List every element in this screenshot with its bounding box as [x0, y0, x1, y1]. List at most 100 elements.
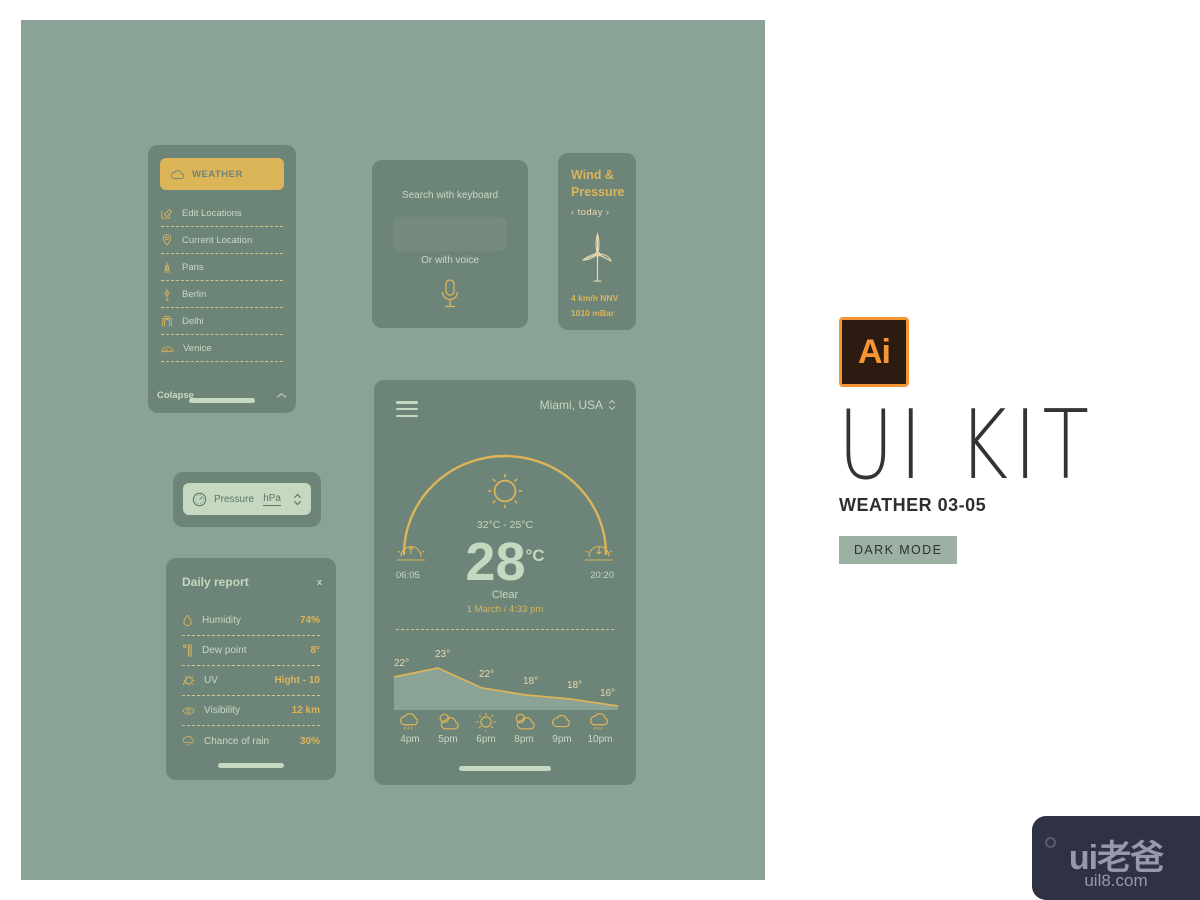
- sunset-icon: [585, 545, 613, 561]
- hourly-temperature-chart: 22° 23° 22° 18° 18° 16°: [393, 649, 619, 710]
- rain-cloud-icon: [182, 735, 195, 746]
- chart-label: 22°: [394, 658, 409, 669]
- cloud-icon: [552, 714, 570, 728]
- updown-chevrons-icon[interactable]: [293, 492, 302, 507]
- sidebar-item-venice[interactable]: Venice: [161, 335, 283, 362]
- page-subtitle: WEATHER 03-05: [839, 495, 987, 515]
- rain-cloud-icon: [590, 713, 608, 730]
- hour-label: 5pm: [438, 734, 458, 745]
- sidebar-item-label: Current Location: [182, 234, 253, 246]
- row-label: Chance of rain: [204, 735, 270, 747]
- wind-turbine-icon: [581, 232, 612, 282]
- list-item[interactable]: 4pm: [392, 712, 428, 745]
- row-label: Dew point: [202, 645, 247, 656]
- hourly-forecast-row: 4pm 5pm 6pm 8pm 9pm 10pm: [392, 712, 618, 745]
- row-label: Humidity: [202, 615, 241, 626]
- chart-label: 22°: [479, 669, 494, 680]
- wind-period-selector[interactable]: ‹ today ›: [571, 207, 609, 218]
- weather-active-label: WEATHER: [192, 168, 243, 180]
- list-item[interactable]: 8pm: [506, 712, 542, 745]
- design-canvas: WEATHER Edit Locations Current Location: [21, 20, 765, 880]
- home-indicator: [218, 763, 284, 768]
- wind-speed-value: 4 km/h NNV: [571, 293, 619, 303]
- eiffel-tower-icon: [164, 261, 170, 273]
- hour-label: 10pm: [587, 734, 613, 745]
- adobe-illustrator-icon: Ai: [839, 317, 909, 387]
- row-value: 74%: [299, 615, 320, 626]
- sidebar-item-berlin[interactable]: Berlin: [161, 281, 283, 308]
- chart-label: 16°: [600, 688, 615, 699]
- list-item[interactable]: 5pm: [430, 712, 466, 745]
- row-label: Visibility: [204, 705, 240, 716]
- temp-range: 32°C - 25°C: [476, 519, 534, 531]
- sun-cloud-icon: [439, 713, 459, 730]
- sidebar-item-paris[interactable]: Paris: [161, 254, 283, 281]
- sunrise-icon: [397, 545, 425, 561]
- gauge-icon: [192, 492, 207, 506]
- chart-label: 18°: [523, 676, 538, 687]
- updown-chevrons-icon[interactable]: [608, 398, 616, 412]
- city-selector[interactable]: Miami, USA: [540, 398, 616, 412]
- sidebar-item-edit-locations[interactable]: Edit Locations: [161, 200, 283, 227]
- sidebar-item-delhi[interactable]: Delhi: [161, 308, 283, 335]
- sidebar-item-label: Venice: [183, 342, 212, 354]
- pressure-unit-selector[interactable]: Pressure hPa: [183, 483, 311, 515]
- watermark-url: uil8.com: [1084, 871, 1148, 890]
- weather-condition: Clear: [491, 589, 519, 601]
- list-item[interactable]: 6pm: [468, 712, 504, 745]
- wind-card-title: Wind & Pressure: [571, 168, 625, 199]
- row-value: 30%: [299, 735, 320, 747]
- locations-list: Edit Locations Current Location Paris Be…: [161, 200, 283, 362]
- daily-report-card: Daily report x Humidity 74% Dew point 8°…: [166, 558, 345, 789]
- map-pin-icon: [162, 234, 172, 246]
- row-value: 8°: [310, 645, 320, 656]
- watermark: ui老爸 uil8.com: [1032, 816, 1200, 900]
- table-row: Chance of rain 30%: [182, 726, 320, 756]
- sunrise-time: 06:05: [396, 570, 420, 581]
- city-label: Miami, USA: [539, 398, 603, 412]
- droplet-icon: [183, 614, 192, 627]
- row-value: Hight - 10: [274, 675, 320, 686]
- table-row: Dew point 8°: [182, 636, 320, 666]
- wind-pressure-card: Wind & Pressure ‹ today › 4 km/h NNV 101…: [558, 153, 645, 339]
- chart-label: 23°: [435, 649, 450, 660]
- hour-label: 9pm: [552, 734, 572, 745]
- chart-label: 18°: [567, 680, 582, 691]
- sidebar-item-label: Paris: [182, 261, 204, 273]
- row-label: UV: [204, 675, 218, 686]
- sidebar-item-current-location[interactable]: Current Location: [161, 227, 283, 254]
- tv-tower-icon: [164, 288, 170, 300]
- table-row: UV Hight - 10: [182, 666, 320, 696]
- weather-active-item[interactable]: WEATHER: [160, 158, 284, 190]
- hour-label: 8pm: [514, 734, 534, 745]
- hour-label: 6pm: [476, 734, 496, 745]
- edit-pencil-icon: [161, 208, 173, 219]
- microphone-icon[interactable]: [439, 278, 461, 310]
- uv-sun-icon: [182, 675, 195, 686]
- rialto-bridge-icon: [161, 345, 174, 352]
- close-icon[interactable]: x: [317, 577, 322, 587]
- home-indicator: [189, 398, 255, 403]
- list-item[interactable]: 10pm: [582, 712, 618, 745]
- search-voice-label: Or with voice: [421, 255, 479, 266]
- search-keyboard-label: Search with keyboard: [401, 190, 499, 201]
- locations-card: WEATHER Edit Locations Current Location: [148, 145, 305, 422]
- datetime-label: 1 March / 4:33 pm: [466, 604, 544, 615]
- wind-readings: 4 km/h NNV 1010 mBar: [571, 291, 618, 321]
- page-title: UI KIT: [838, 389, 1095, 501]
- screenshot-root: WEATHER Edit Locations Current Location: [0, 0, 1200, 900]
- thermometer-icon: [183, 644, 192, 657]
- sunset-time: 20:20: [590, 570, 614, 581]
- daily-report-title: Daily report: [182, 575, 249, 589]
- search-card: Search with keyboard Or with voice: [372, 160, 537, 337]
- rain-cloud-icon: [400, 713, 418, 730]
- dark-mode-button[interactable]: DARK MODE: [839, 536, 958, 564]
- search-input[interactable]: [393, 217, 507, 251]
- daily-report-list: Humidity 74% Dew point 8° UV Hight - 10 …: [182, 606, 320, 756]
- sun-icon: [487, 473, 523, 509]
- list-item[interactable]: 9pm: [544, 712, 580, 745]
- hamburger-menu-icon[interactable]: [396, 401, 418, 421]
- chevron-up-icon: [276, 393, 287, 398]
- table-row: Humidity 74%: [182, 606, 320, 636]
- pressure-selector-card: Pressure hPa: [173, 472, 330, 536]
